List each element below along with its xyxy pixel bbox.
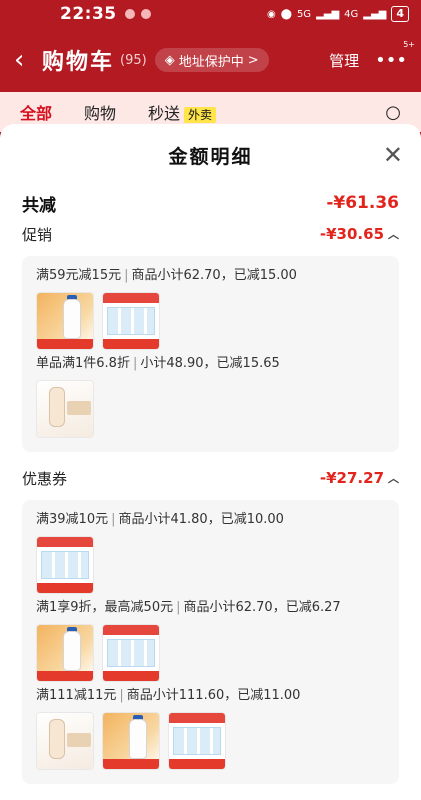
promotion-value: -¥30.65 [319,225,384,243]
coupon-value: -¥27.27 [319,469,384,487]
rule-detail: 商品小计62.70，已减15.00 [131,268,297,283]
address-label: 地址保护中 [178,54,244,70]
tab-instant[interactable]: 秒送 外卖 [148,100,217,124]
product-thumbnails [36,380,385,438]
rule-detail: 小计48.90，已减15.65 [140,356,280,371]
cart-count: (95) [120,52,147,68]
page-title: 购物车 [42,50,115,75]
product-thumbnails [36,712,385,770]
close-icon[interactable]: ✕ [383,143,403,167]
signal-icon: ▂▄▆ [363,8,387,20]
discount-rule: 满39减10元 | 商品小计41.80，已减10.00 [36,512,284,527]
rule-detail: 商品小计111.60，已减11.00 [126,688,301,703]
chevron-up-icon: ︿ [388,228,399,241]
total-discount-label: 共减 [22,195,56,216]
cart-header: ‹ 购物车 (95) ◈ 地址保护中 > 管理 ••• 5+ [0,28,421,92]
product-thumbnail-box[interactable] [102,624,160,682]
rule-name: 满111减11元 [36,688,117,703]
status-bar: 22:35 ◉ ⬤ 5G ▂▄▆ 4G ▂▄▆ 4 [0,0,421,28]
product-thumbnail-box[interactable] [168,712,226,770]
product-thumbnail-dove[interactable] [36,380,94,438]
rule-detail: 商品小计62.70，已减6.27 [183,600,341,615]
chevron-up-icon: ︿ [388,472,399,485]
promotion-section-header[interactable]: 促销 -¥30.65 ︿ [0,218,421,250]
discount-rule: 满59元减15元 | 商品小计62.70，已减15.00 [36,268,297,283]
amount-details-sheet: 金额明细 ✕ 共减 -¥61.36 促销 -¥30.65 ︿ 满59元减15元 | 商… [0,124,421,800]
product-thumbnail-dove[interactable] [36,712,94,770]
product-thumbnail-milk[interactable] [36,292,94,350]
status-indicators: ◉ ⬤ 5G ▂▄▆ 4G ▂▄▆ 4 [267,6,409,22]
takeout-tag: 外卖 [184,107,217,123]
location-icon: ⬤ [280,8,292,20]
rule-name: 满59元减15元 [36,268,122,283]
product-thumbnail-milk[interactable] [102,712,160,770]
product-thumbnails [36,292,385,350]
sheet-header: 金额明细 ✕ [0,124,421,186]
coupon-label: 优惠券 [22,469,68,488]
tab-shopping[interactable]: 购物 [84,100,116,124]
product-thumbnails [36,624,385,682]
product-thumbnail-milk[interactable] [36,624,94,682]
discount-rule: 满1享9折，最高减50元 | 商品小计62.70，已减6.27 [36,600,341,615]
more-icon[interactable]: ••• 5+ [375,40,415,71]
coupon-section-header[interactable]: 优惠券 -¥27.27 ︿ [0,462,421,494]
more-badge: 5+ [403,39,415,49]
total-discount-value: -¥61.36 [326,193,399,213]
chevron-right-icon: > [247,52,259,68]
product-thumbnails [36,536,385,594]
notification-icon [140,9,151,19]
promotion-card: 满59元减15元 | 商品小计62.70，已减15.00 单品满1件6.8折 | 小计4… [22,256,399,452]
total-discount-row: 共减 -¥61.36 [0,188,421,218]
notification-icon [124,9,135,19]
status-time: 22:35 [60,4,117,24]
search-icon[interactable]: ○ [385,102,401,123]
network-label: 5G [296,8,312,20]
rule-name: 单品满1件6.8折 [36,356,130,371]
address-protection-button[interactable]: ◈ 地址保护中 > [154,48,269,72]
promotion-label: 促销 [22,225,53,244]
back-icon[interactable]: ‹ [14,45,42,75]
battery-icon: 4 [391,6,409,22]
coupon-card: 满39减10元 | 商品小计41.80，已减10.00 满1享9折，最高减50元 | 商… [22,500,399,784]
product-thumbnail-box[interactable] [36,536,94,594]
tab-all[interactable]: 全部 [20,100,52,124]
discount-rule: 单品满1件6.8折 | 小计48.90，已减15.65 [36,356,280,371]
product-thumbnail-box[interactable] [102,292,160,350]
shield-icon: ◈ [164,52,175,68]
network-label-2: 4G [344,8,359,20]
discount-rule: 满111减11元 | 商品小计111.60，已减11.00 [36,688,301,703]
rule-detail: 商品小计41.80，已减10.00 [118,512,284,527]
rule-name: 满39减10元 [36,512,109,527]
sheet-title: 金额明细 [168,145,253,168]
rule-name: 满1享9折，最高减50元 [36,600,174,615]
notification-icons [124,9,151,19]
tab-instant-label: 秒送 [148,104,181,123]
manage-button[interactable]: 管理 [329,50,359,71]
signal-icon: ▂▄▆ [316,8,340,20]
eye-icon: ◉ [267,8,276,20]
